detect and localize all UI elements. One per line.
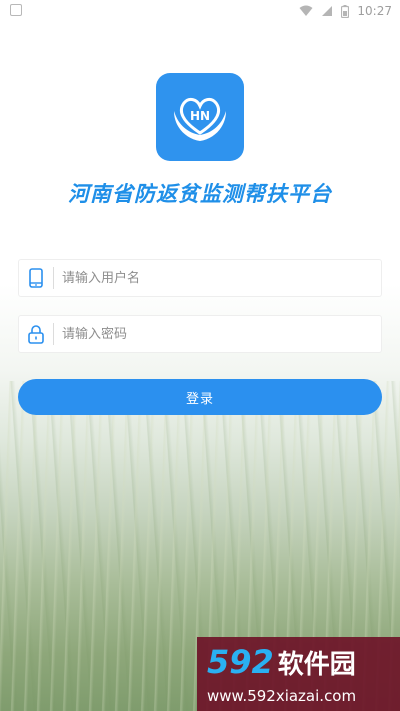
status-indicators: 10:27: [299, 4, 392, 18]
login-button[interactable]: 登录: [18, 379, 382, 415]
watermark-url: www.592xiazai.com: [207, 687, 357, 705]
login-screen: 10:27 HN 河南省防返贫监测帮扶平台 请输入用户名 登录 592 软件园 …: [0, 0, 400, 711]
watermark-number: 592: [207, 643, 274, 681]
password-input[interactable]: [54, 316, 381, 352]
watermark-name: 软件园: [277, 650, 356, 680]
username-row: [18, 259, 382, 297]
username-input[interactable]: [54, 260, 381, 296]
app-logo: HN: [156, 73, 244, 161]
hands-heart-icon: HN: [174, 97, 226, 141]
battery-icon: [341, 4, 350, 18]
app-title: 河南省防返贫监测帮扶平台: [68, 182, 332, 206]
status-time: 10:27: [357, 4, 392, 18]
notification-icon: [10, 4, 22, 16]
lock-icon: [19, 316, 53, 352]
watermark-logo: 592 软件园 www.592xiazai.com: [197, 637, 400, 711]
logo-text: HN: [190, 109, 210, 123]
signal-icon: [322, 6, 333, 16]
status-bar: 10:27: [0, 0, 400, 24]
wifi-icon: [299, 5, 313, 16]
password-row: [18, 315, 382, 353]
phone-icon: [19, 260, 53, 296]
